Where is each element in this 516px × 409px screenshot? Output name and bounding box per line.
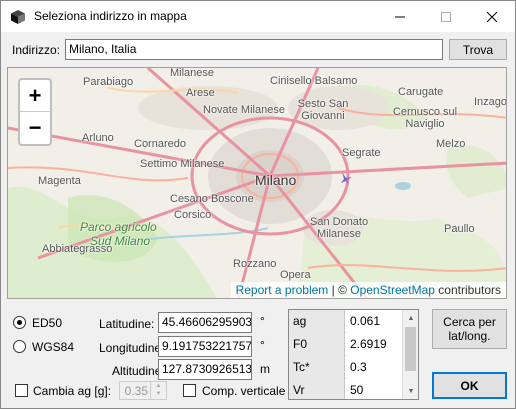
latitude-label: Latitudine: bbox=[99, 317, 155, 331]
place-rozzano: Rozzano bbox=[233, 258, 277, 270]
cambia-ag-spinner[interactable]: 0.35 ▲ ▼ bbox=[119, 381, 167, 400]
title-bar: Seleziona indirizzo in mappa bbox=[1, 1, 515, 32]
place-sandonato-1: San Donato bbox=[310, 216, 369, 228]
altitude-unit: m bbox=[260, 362, 270, 376]
place-arese: Arese bbox=[186, 87, 215, 99]
place-arluno: Arluno bbox=[82, 132, 114, 144]
comp-verticale-checkbox[interactable] bbox=[183, 384, 196, 397]
zoom-out-button[interactable]: − bbox=[20, 112, 50, 144]
place-carugate: Carugate bbox=[398, 86, 444, 98]
place-magenta: Magenta bbox=[38, 175, 81, 187]
longitude-input[interactable]: 9.191753221757 bbox=[158, 336, 252, 357]
params-grid[interactable]: ag 0.061 F0 2.6919 Tc* 0.3 Vr 50 ▲ ▼ bbox=[288, 309, 419, 400]
scroll-down-icon[interactable]: ▼ bbox=[403, 383, 418, 399]
place-cesano: Cesano Boscone bbox=[170, 193, 254, 205]
param-row[interactable]: Vr 50 bbox=[289, 379, 403, 399]
param-name: ag bbox=[289, 310, 345, 333]
minimize-icon bbox=[395, 16, 405, 17]
param-row[interactable]: Tc* 0.3 bbox=[289, 356, 403, 379]
spin-up-icon[interactable]: ▲ bbox=[151, 382, 166, 390]
place-parabiago: Parabiago bbox=[83, 76, 134, 88]
search-button[interactable]: Trova bbox=[449, 39, 507, 60]
comp-verticale-label: Comp. verticale bbox=[202, 384, 286, 398]
param-name: Vr bbox=[289, 379, 345, 399]
cambia-ag-checkbox[interactable] bbox=[15, 384, 28, 397]
close-icon bbox=[487, 11, 497, 22]
ed50-radio[interactable] bbox=[13, 316, 26, 329]
place-corsico: Corsico bbox=[174, 209, 212, 221]
wgs84-label: WGS84 bbox=[32, 340, 75, 354]
latitude-unit: ° bbox=[260, 314, 265, 328]
param-row[interactable]: ag 0.061 bbox=[289, 310, 403, 333]
longitude-label: Longitudine: bbox=[99, 341, 165, 355]
scroll-up-icon[interactable]: ▲ bbox=[403, 310, 418, 326]
spinner-arrows[interactable]: ▲ ▼ bbox=[150, 382, 166, 399]
param-value: 50 bbox=[346, 379, 403, 399]
altitude-input[interactable]: 127.87309265136 bbox=[158, 359, 252, 380]
place-parco-1: Parco agricolo bbox=[80, 220, 157, 234]
param-value: 2.6919 bbox=[346, 333, 403, 356]
place-settimo: Settimo Milanese bbox=[140, 158, 225, 170]
dialog-window: Seleziona indirizzo in mappa Indirizzo: … bbox=[0, 0, 516, 409]
search-latlong-button[interactable]: Cerca per lat/long. bbox=[432, 309, 507, 349]
attribution-contributors: contributors bbox=[434, 283, 501, 297]
cambia-ag-value: 0.35 bbox=[124, 384, 148, 398]
spin-down-icon[interactable]: ▼ bbox=[151, 390, 166, 398]
param-name: F0 bbox=[289, 333, 345, 356]
zoom-control: + − bbox=[18, 78, 52, 146]
attribution-separator: | © bbox=[328, 283, 351, 297]
osm-link[interactable]: OpenStreetMap bbox=[350, 283, 435, 297]
latitude-input[interactable]: 45.466062959032 bbox=[158, 312, 252, 333]
window-title: Seleziona indirizzo in mappa bbox=[34, 9, 187, 23]
place-melzo: Melzo bbox=[436, 138, 466, 150]
place-paullo: Paullo bbox=[444, 223, 475, 235]
scroll-thumb[interactable] bbox=[405, 327, 416, 371]
place-sandonato-2: Milanese bbox=[317, 228, 362, 240]
longitude-unit: ° bbox=[260, 338, 265, 352]
report-problem-link[interactable]: Report a problem bbox=[236, 283, 329, 297]
param-row[interactable]: F0 2.6919 bbox=[289, 333, 403, 356]
place-segrate: Segrate bbox=[342, 147, 381, 159]
wgs84-radio[interactable] bbox=[13, 340, 26, 353]
param-value: 0.3 bbox=[346, 356, 403, 379]
app-cube-icon bbox=[11, 10, 25, 24]
maximize-icon bbox=[441, 11, 451, 22]
place-cernusco: Cernusco sul Naviglio bbox=[392, 106, 458, 130]
param-value: 0.061 bbox=[346, 310, 403, 333]
param-name: Tc* bbox=[289, 356, 345, 379]
ed50-label: ED50 bbox=[32, 316, 63, 330]
close-button[interactable] bbox=[469, 1, 515, 32]
altitude-label: Altitudine: bbox=[112, 364, 165, 378]
address-input[interactable]: Milano, Italia bbox=[65, 39, 443, 60]
place-milano: Milano bbox=[255, 172, 297, 188]
cambia-ag-label: Cambia ag [g]: bbox=[33, 384, 112, 398]
place-cornaredo: Cornaredo bbox=[134, 138, 186, 150]
place-novate: Novate Milanese bbox=[203, 104, 285, 116]
place-abbiategrasso: Abbiategrasso bbox=[42, 243, 113, 255]
params-scrollbar[interactable]: ▲ ▼ bbox=[402, 310, 418, 399]
zoom-in-button[interactable]: + bbox=[20, 80, 50, 112]
place-milanese-north: Milanese bbox=[170, 67, 215, 79]
place-opera: Opera bbox=[280, 269, 311, 281]
place-inzago: Inzago bbox=[474, 96, 507, 108]
place-sesto: Sesto San Giovanni bbox=[297, 98, 349, 122]
map-view[interactable]: Milanese Cinisello Balsamo Parabiago Are… bbox=[7, 67, 507, 299]
address-label: Indirizzo: bbox=[12, 43, 61, 57]
ok-button[interactable]: OK bbox=[432, 372, 507, 399]
map-attribution: Report a problem | © OpenStreetMap contr… bbox=[230, 282, 506, 298]
place-cinisello: Cinisello Balsamo bbox=[270, 75, 358, 87]
maximize-button[interactable] bbox=[423, 1, 469, 32]
minimize-button[interactable] bbox=[377, 1, 423, 32]
